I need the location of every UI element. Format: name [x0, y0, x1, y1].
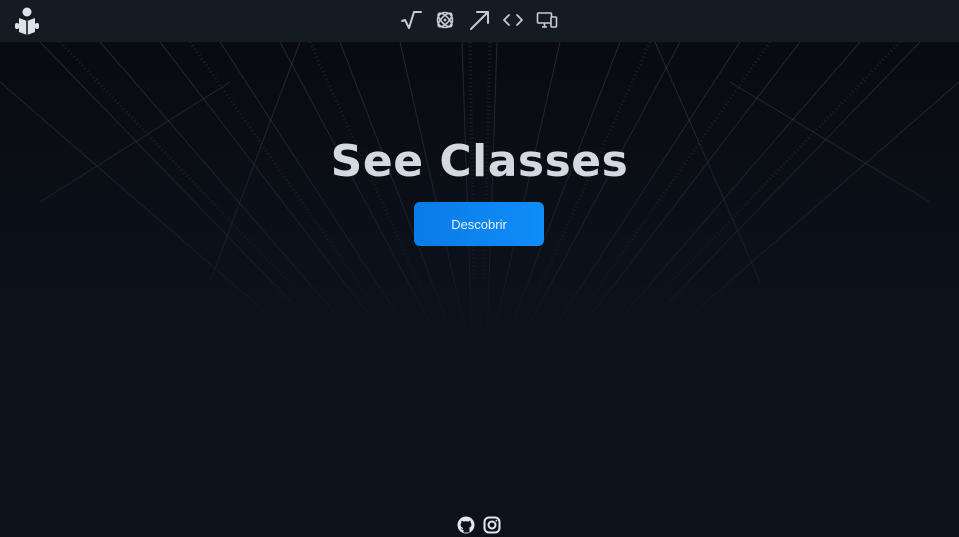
- page: See Classes Descobrir: [0, 0, 959, 537]
- instagram-icon[interactable]: [483, 516, 501, 534]
- hero-title: See Classes: [330, 136, 629, 187]
- github-icon[interactable]: [457, 516, 475, 534]
- footer: [0, 512, 959, 537]
- atom-icon[interactable]: [432, 7, 458, 33]
- icon-nav: [398, 7, 568, 33]
- top-navbar: [0, 0, 959, 42]
- square-root-icon[interactable]: [398, 7, 424, 33]
- hero-section: See Classes Descobrir: [0, 42, 959, 302]
- code-brackets-icon[interactable]: [500, 7, 526, 33]
- discover-button[interactable]: Descobrir: [414, 202, 544, 246]
- arrow-up-right-icon[interactable]: [466, 7, 492, 33]
- devices-icon[interactable]: [534, 7, 560, 33]
- reader-person-icon[interactable]: [13, 6, 41, 36]
